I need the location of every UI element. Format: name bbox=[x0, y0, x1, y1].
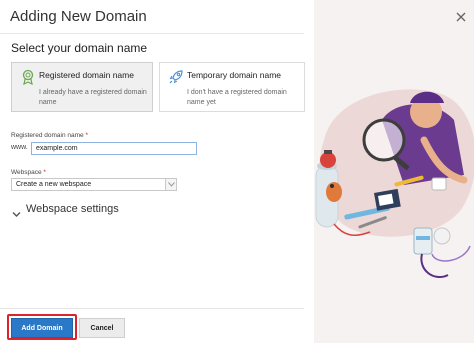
rocket-icon bbox=[168, 69, 184, 85]
card-registered-domain[interactable]: Registered domain name I already have a … bbox=[11, 62, 153, 112]
card-description: I already have a registered domain name bbox=[39, 89, 147, 106]
chevron-down-icon bbox=[12, 205, 21, 223]
section-title: Select your domain name bbox=[11, 41, 148, 55]
card-description: I don't have a registered domain name ye… bbox=[187, 89, 287, 106]
dialog-title: Adding New Domain bbox=[10, 8, 147, 25]
webspace-field-label: Webspace * bbox=[11, 169, 46, 176]
dialog-content: Adding New Domain Select your domain nam… bbox=[0, 0, 314, 343]
domain-field-label: Registered domain name * bbox=[11, 132, 88, 139]
footer-divider bbox=[0, 308, 304, 309]
required-mark: * bbox=[85, 132, 88, 139]
select-arrow-icon[interactable] bbox=[165, 179, 176, 190]
domain-label-text: Registered domain name bbox=[11, 132, 84, 139]
title-divider bbox=[0, 33, 304, 34]
add-domain-dialog: Adding New Domain Select your domain nam… bbox=[0, 0, 474, 343]
cancel-button[interactable]: Cancel bbox=[79, 318, 125, 338]
add-domain-button[interactable]: Add Domain bbox=[11, 318, 73, 338]
required-mark: * bbox=[43, 169, 46, 176]
card-temporary-domain[interactable]: Temporary domain name I don't have a reg… bbox=[159, 62, 305, 112]
domain-prefix: www. bbox=[11, 144, 28, 151]
card-title: Temporary domain name bbox=[187, 70, 282, 80]
webspace-label-text: Webspace bbox=[11, 169, 42, 176]
webspace-select[interactable]: Create a new webspace bbox=[11, 178, 177, 191]
illustration-panel bbox=[314, 0, 474, 343]
domain-input[interactable] bbox=[31, 142, 197, 155]
close-button[interactable] bbox=[454, 10, 468, 24]
webspace-settings-label: Webspace settings bbox=[26, 203, 119, 215]
award-badge-icon bbox=[20, 69, 36, 86]
card-title: Registered domain name bbox=[39, 70, 134, 80]
webspace-select-value: Create a new webspace bbox=[16, 181, 92, 188]
close-icon bbox=[454, 11, 468, 28]
illustration bbox=[315, 89, 474, 278]
